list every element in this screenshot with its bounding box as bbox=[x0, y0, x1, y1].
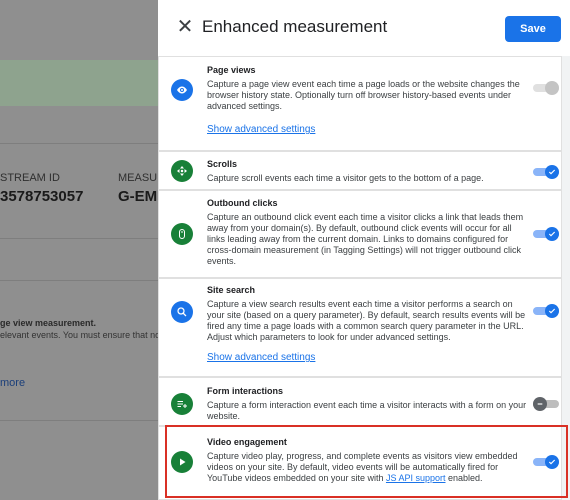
card-form-interactions: Form interactions Capture a form interac… bbox=[158, 377, 562, 426]
card-description: Capture scroll events each time a visito… bbox=[207, 173, 484, 183]
scrolls-toggle[interactable] bbox=[533, 165, 559, 179]
eye-icon bbox=[171, 79, 193, 101]
drawer-title: Enhanced measurement bbox=[202, 17, 388, 36]
outbound-clicks-toggle[interactable] bbox=[533, 227, 559, 241]
card-title: Page views bbox=[207, 65, 256, 75]
check-icon bbox=[545, 304, 559, 318]
card-description: Capture an outbound click event each tim… bbox=[207, 212, 524, 266]
site-search-toggle[interactable] bbox=[533, 304, 559, 318]
divider bbox=[0, 280, 170, 281]
card-title: Outbound clicks bbox=[207, 198, 278, 208]
scroll-icon bbox=[171, 160, 193, 182]
mouse-icon bbox=[171, 223, 193, 245]
card-scrolls: Scrolls Capture scroll events each time … bbox=[158, 151, 562, 190]
card-title: Site search bbox=[207, 285, 256, 295]
minus-icon bbox=[533, 397, 547, 411]
close-icon[interactable]: ✕ bbox=[174, 16, 196, 38]
drawer-header: ✕ Enhanced measurement Save bbox=[158, 0, 570, 56]
check-icon bbox=[545, 227, 559, 241]
page-views-toggle[interactable] bbox=[533, 81, 559, 95]
highlight-box bbox=[165, 425, 568, 498]
card-page-views: Page views Capture a page view event eac… bbox=[158, 56, 562, 151]
card-outbound-clicks: Outbound clicks Capture an outbound clic… bbox=[158, 190, 562, 278]
background-banner bbox=[0, 60, 170, 106]
form-icon bbox=[171, 393, 193, 415]
search-icon bbox=[171, 301, 193, 323]
toggle-knob bbox=[545, 81, 559, 95]
card-title: Form interactions bbox=[207, 386, 284, 396]
show-advanced-settings-link[interactable]: Show advanced settings bbox=[207, 352, 315, 363]
card-description: Capture a form interaction event each ti… bbox=[207, 400, 527, 421]
stream-id-label: STREAM ID bbox=[0, 172, 60, 184]
save-button[interactable]: Save bbox=[505, 16, 561, 42]
divider bbox=[0, 420, 170, 421]
card-description: Capture a view search results event each… bbox=[207, 299, 526, 342]
card-title: Scrolls bbox=[207, 159, 238, 169]
check-icon bbox=[545, 165, 559, 179]
background-page: STREAM ID 3578753057 MEASUR G-EMP ge vie… bbox=[0, 0, 170, 500]
divider bbox=[0, 143, 170, 144]
learn-more-link[interactable]: more bbox=[0, 377, 25, 389]
stream-id-value: 3578753057 bbox=[0, 188, 84, 205]
show-advanced-settings-link[interactable]: Show advanced settings bbox=[207, 124, 315, 135]
card-description: Capture a page view event each time a pa… bbox=[207, 79, 520, 111]
divider bbox=[0, 238, 170, 239]
background-text-line: elevant events. You must ensure that no bbox=[0, 330, 161, 340]
form-interactions-toggle[interactable] bbox=[533, 397, 559, 411]
background-text-line: ge view measurement. bbox=[0, 318, 97, 328]
card-site-search: Site search Capture a view search result… bbox=[158, 278, 562, 377]
